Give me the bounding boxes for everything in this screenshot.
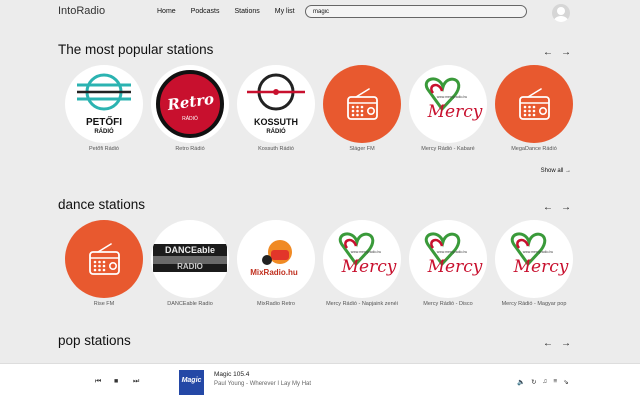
station-card[interactable]: PETŐFI RÁDIÓ Petőfi Rádió (61, 65, 147, 153)
logo-text: KOSSUTH (254, 117, 298, 127)
stop-icon[interactable]: ■ (114, 378, 118, 385)
section-title: pop stations (58, 333, 131, 348)
logo-text: www.mercyradio.hu (437, 250, 468, 254)
section-pop: pop stations ← → (58, 333, 588, 363)
station-label[interactable]: Retro Rádió (147, 145, 233, 153)
nav-my-list[interactable]: My list (275, 8, 295, 15)
now-playing-song: Paul Young - Wherever I Lay My Hat (214, 381, 312, 387)
logo-text: Mercy (513, 257, 569, 277)
arrow-right-icon: → (565, 168, 571, 174)
previous-icon[interactable]: ⏮ (95, 378, 101, 386)
logo-text: RÁDIÓ (266, 127, 286, 135)
logo-text: RÁDIÓ (94, 127, 114, 135)
nav-home[interactable]: Home (157, 8, 176, 15)
station-card[interactable]: www.mercyradio.hu Mercy Mercy Rádió - Ma… (491, 220, 577, 308)
logo-text: RADIO (177, 262, 203, 271)
station-logo[interactable] (495, 65, 573, 143)
carousel-arrows: ← → (543, 339, 571, 349)
music-note-icon[interactable]: ♫ (543, 378, 548, 386)
station-label[interactable]: MixRadio Retro (233, 300, 319, 308)
logo-text: Mercy (341, 257, 397, 277)
station-card[interactable]: Rise FM (61, 220, 147, 308)
station-card[interactable]: KOSSUTH RÁDIÓ Kossuth Rádió (233, 65, 319, 153)
logo-text: PETŐFI (86, 115, 122, 128)
station-logo[interactable]: www.mercyradio.hu Mercy (409, 65, 487, 143)
now-playing-station: Magic 105.4 (214, 371, 250, 378)
station-logo[interactable]: PETŐFI RÁDIÓ (65, 65, 143, 143)
station-label[interactable]: Mercy Rádió - Disco (405, 300, 491, 308)
station-logo[interactable]: KOSSUTH RÁDIÓ (237, 65, 315, 143)
station-card[interactable]: MixRadio.hu MixRadio Retro (233, 220, 319, 308)
radio-icon (519, 88, 550, 120)
station-logo[interactable]: www.mercyradio.hu Mercy (409, 220, 487, 298)
logo-text: RÁDIÓ (182, 115, 198, 122)
station-card[interactable]: Sláger FM (319, 65, 405, 153)
carousel-arrows: ← → (543, 48, 571, 58)
station-label[interactable]: Mercy Rádió - Napjaink zenéi (319, 300, 405, 308)
logo-text: www.mercyradio.hu (351, 250, 382, 254)
section-popular: The most popular stations ← → PETŐFI RÁD… (58, 42, 588, 192)
section-dance: dance stations ← → Rise FM DANCEable RAD… (58, 197, 588, 327)
station-logo[interactable]: www.mercyradio.hu Mercy (323, 220, 401, 298)
station-card[interactable]: www.mercyradio.hu Mercy Mercy Rádió - Na… (319, 220, 405, 308)
section-title: The most popular stations (58, 42, 214, 57)
logo-text: www.mercyradio.hu (437, 95, 468, 99)
collapse-icon[interactable]: ⇘ (563, 378, 568, 386)
nav-stations[interactable]: Stations (234, 8, 259, 15)
show-all-label: Show all (540, 168, 564, 174)
refresh-icon[interactable]: ↻ (531, 378, 536, 386)
brand-logo[interactable]: IntoRadio (58, 5, 105, 17)
station-logo[interactable]: Retro RÁDIÓ (151, 65, 229, 143)
section-title: dance stations (58, 197, 146, 212)
station-label[interactable]: MegaDance Rádió (491, 145, 577, 153)
logo-text: www.mercyradio.hu (523, 250, 554, 254)
logo-text: MixRadio.hu (250, 268, 298, 277)
station-card[interactable]: MegaDance Rádió (491, 65, 577, 153)
station-label[interactable]: Rise FM (61, 300, 147, 308)
logo-text: DANCEable (165, 245, 215, 255)
logo-text: Mercy (427, 102, 483, 122)
station-logo[interactable] (323, 65, 401, 143)
station-label[interactable]: Petőfi Rádió (61, 145, 147, 153)
arrow-right-icon[interactable]: → (561, 339, 571, 349)
logo-text: Mercy (427, 257, 483, 277)
station-label[interactable]: DANCEable Radio (147, 300, 233, 308)
next-icon[interactable]: ⏭ (133, 378, 139, 386)
user-avatar[interactable] (552, 4, 570, 22)
station-logo[interactable] (65, 220, 143, 298)
station-label[interactable]: Mercy Rádió - Kabaré (405, 145, 491, 153)
radio-icon (347, 88, 378, 120)
station-logo[interactable]: www.mercyradio.hu Mercy (495, 220, 573, 298)
list-icon[interactable]: ≡ (553, 378, 557, 386)
station-row: Rise FM DANCEable RADIO DANCEable Radio … (61, 220, 577, 308)
station-label[interactable]: Sláger FM (319, 145, 405, 153)
main-nav: Home Podcasts Stations My list (157, 8, 310, 15)
station-label[interactable]: Mercy Rádió - Magyar pop (491, 300, 577, 308)
arrow-left-icon[interactable]: ← (543, 203, 553, 213)
arrow-left-icon[interactable]: ← (543, 48, 553, 58)
now-playing-cover: Magic (179, 370, 204, 395)
station-card[interactable]: DANCEable RADIO DANCEable Radio (147, 220, 233, 308)
arrow-left-icon[interactable]: ← (543, 339, 553, 349)
volume-icon[interactable]: 🔈 (517, 378, 525, 386)
station-card[interactable]: Retro RÁDIÓ Retro Rádió (147, 65, 233, 153)
top-bar: IntoRadio Home Podcasts Stations My list (0, 0, 640, 26)
station-row: PETŐFI RÁDIÓ Petőfi Rádió Retro RÁDIÓ Re… (61, 65, 577, 153)
player-bar: ⏮ ■ ⏭ Magic Magic 105.4 Paul Young - Whe… (0, 363, 640, 400)
station-card[interactable]: www.mercyradio.hu Mercy Mercy Rádió - Di… (405, 220, 491, 308)
carousel-arrows: ← → (543, 203, 571, 213)
nav-podcasts[interactable]: Podcasts (191, 8, 220, 15)
station-label[interactable]: Kossuth Rádió (233, 145, 319, 153)
arrow-right-icon[interactable]: → (561, 203, 571, 213)
arrow-right-icon[interactable]: → (561, 48, 571, 58)
player-controls-right: 🔈 ↻ ♫ ≡ ⇘ (517, 378, 569, 386)
station-card[interactable]: www.mercyradio.hu Mercy Mercy Rádió - Ka… (405, 65, 491, 153)
radio-icon (89, 243, 120, 275)
search-input[interactable] (305, 5, 527, 18)
station-logo[interactable]: MixRadio.hu (237, 220, 315, 298)
station-logo[interactable]: DANCEable RADIO (151, 220, 229, 298)
show-all-link[interactable]: Show all → (541, 168, 571, 174)
